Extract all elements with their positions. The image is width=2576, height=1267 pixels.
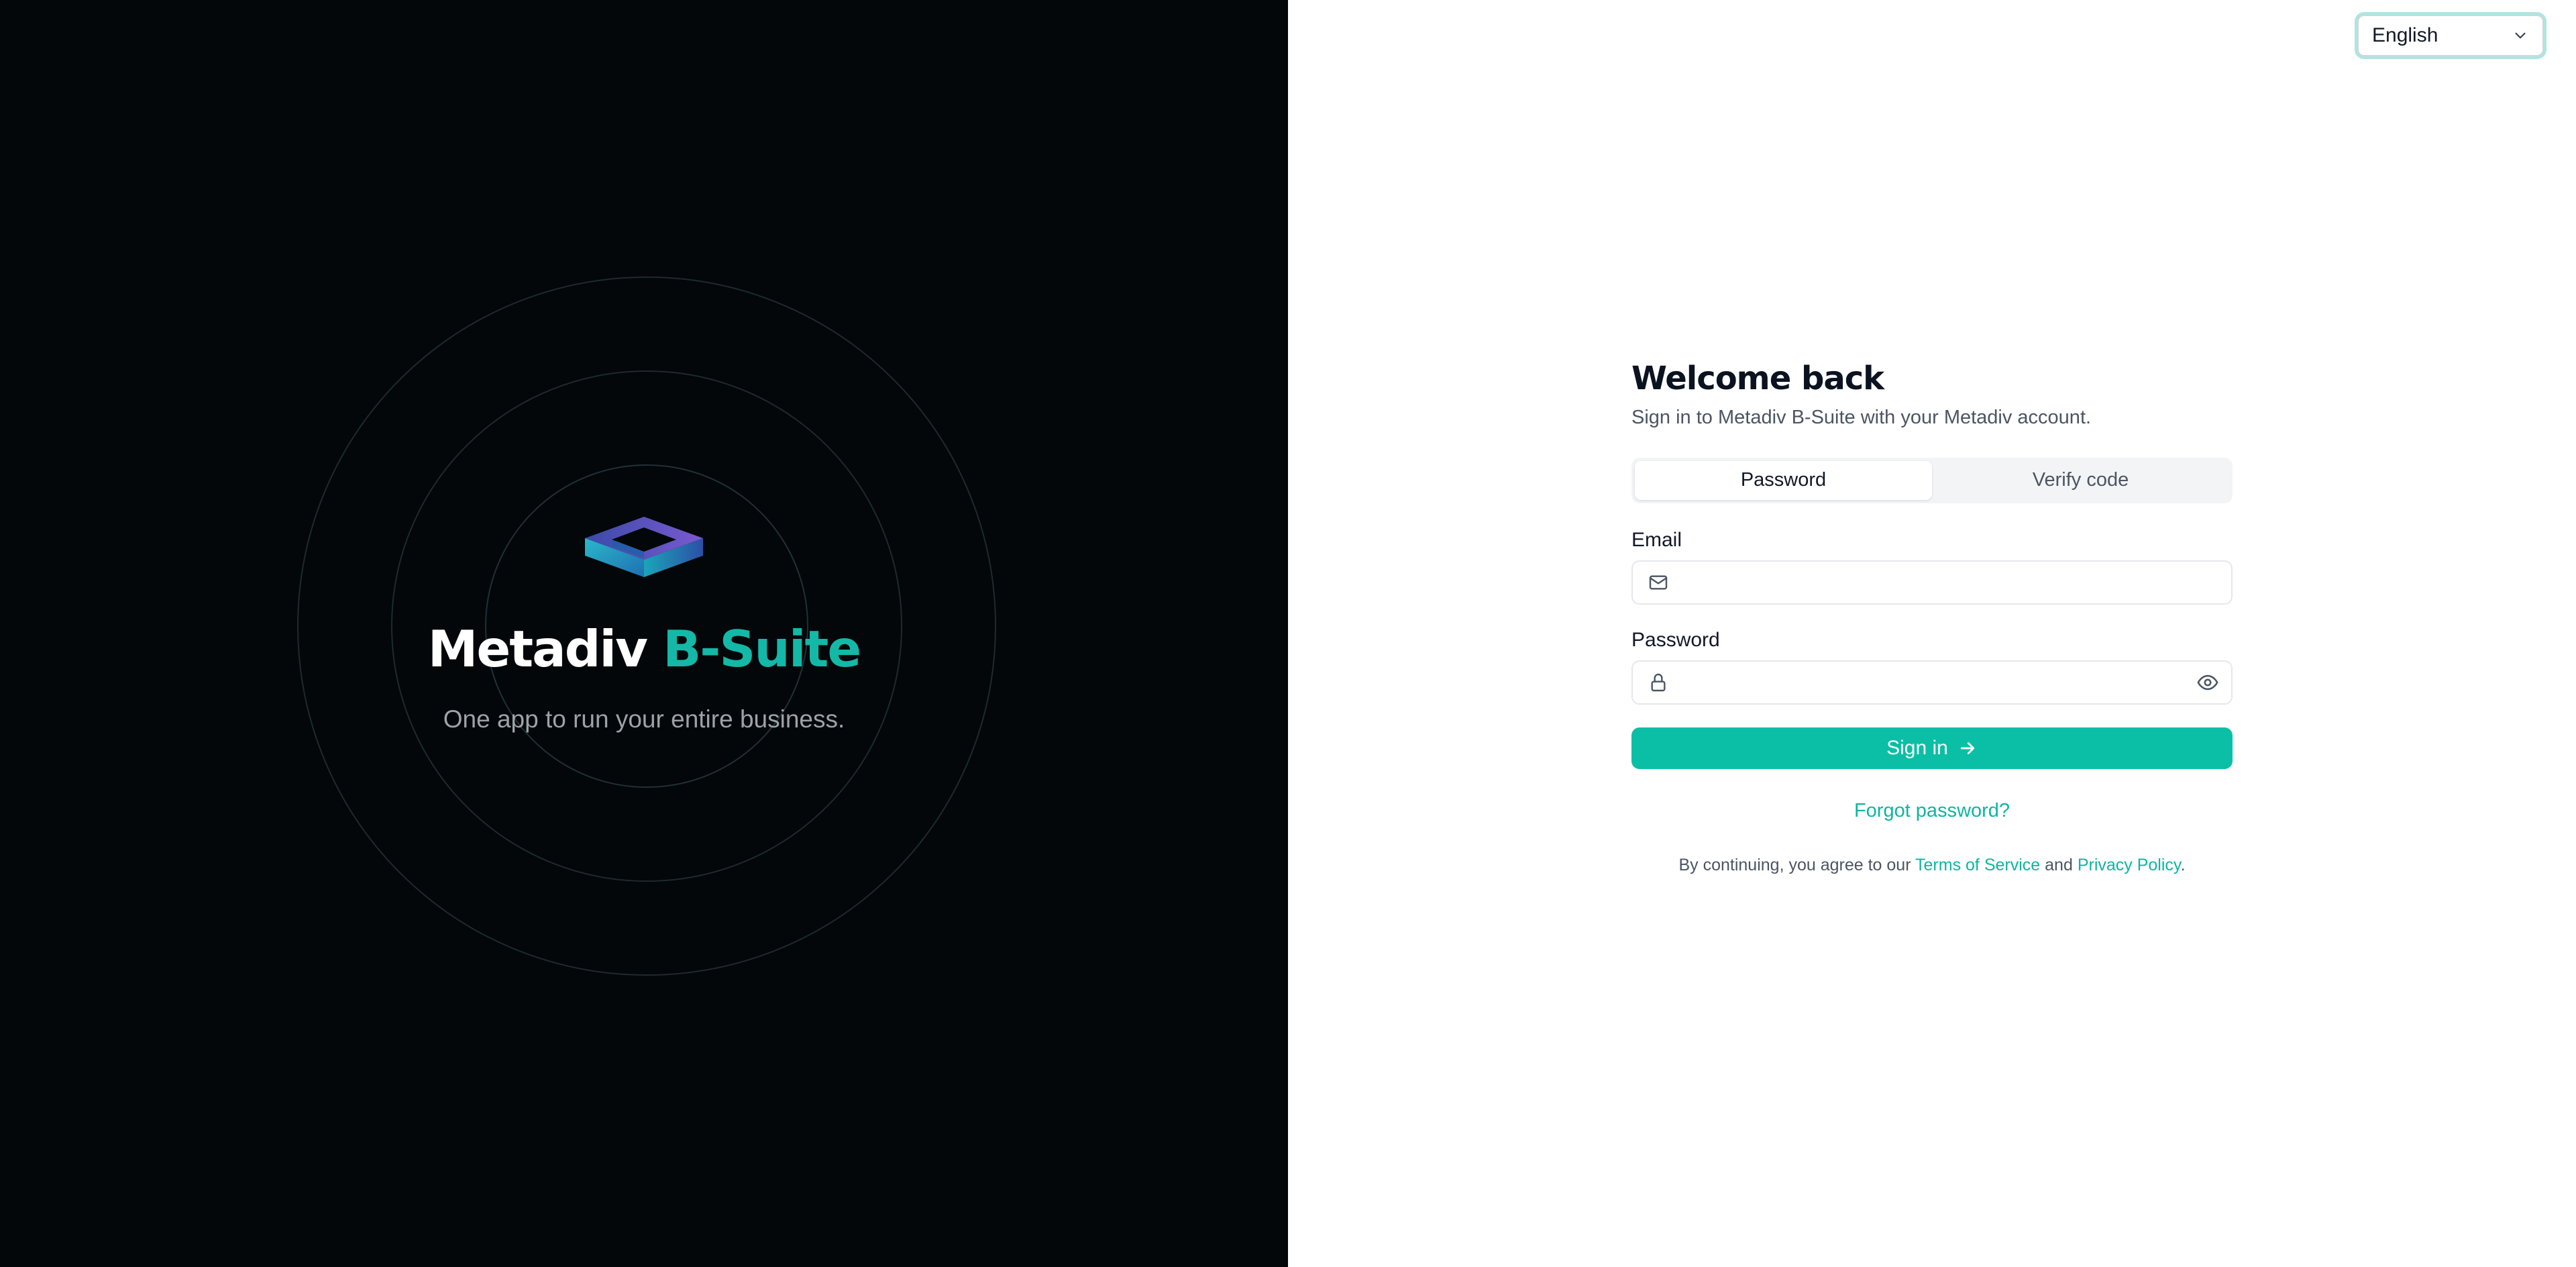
brand-name-accent: B-Suite — [663, 619, 861, 678]
password-field-wrapper — [1631, 660, 2233, 705]
language-select[interactable]: English — [2357, 15, 2544, 56]
password-field[interactable] — [1680, 660, 2196, 704]
sign-in-form: Welcome back Sign in to Metadiv B-Suite … — [1631, 361, 2233, 874]
password-label: Password — [1631, 628, 1720, 651]
terms-of-service-link[interactable]: Terms of Service — [1915, 856, 2040, 874]
tab-password[interactable]: Password — [1635, 460, 1932, 500]
brand-title: Metadiv B-Suite — [0, 624, 1288, 674]
email-field-wrapper — [1631, 560, 2233, 605]
brand-name-primary: Metadiv — [427, 619, 648, 678]
legal-suffix: . — [2180, 855, 2186, 874]
metadiv-logo — [585, 517, 703, 577]
privacy-policy-link[interactable]: Privacy Policy — [2078, 856, 2181, 874]
legal-notice: By continuing, you agree to our Terms of… — [1631, 855, 2233, 874]
language-select-value: English — [2372, 24, 2438, 46]
brand-tagline: One app to run your entire business. — [443, 705, 845, 733]
arrow-right-icon — [1960, 742, 1974, 754]
chevron-down-icon — [2515, 32, 2526, 39]
mail-icon — [1649, 575, 1668, 590]
email-field[interactable] — [1680, 560, 2219, 604]
sign-in-button-label: Sign in — [1886, 736, 1948, 759]
form-panel: English Welcome back Sign in to Metadiv … — [1288, 0, 2576, 1267]
brand-panel: Metadiv B-Suite One app to run your enti… — [0, 0, 1288, 1267]
lock-icon — [1651, 673, 1666, 691]
tab-verify-code[interactable]: Verify code — [1932, 461, 2229, 500]
page-title: Welcome back — [1631, 360, 1884, 397]
email-label: Email — [1631, 528, 1682, 551]
auth-method-tabs: Password Verify code — [1631, 457, 2233, 503]
login-page: Metadiv B-Suite One app to run your enti… — [0, 0, 2576, 1267]
forgot-password-link[interactable]: Forgot password? — [1631, 801, 2233, 821]
sign-in-button[interactable]: Sign in — [1631, 727, 2233, 769]
page-subtitle: Sign in to Metadiv B-Suite with your Met… — [1631, 406, 2092, 428]
legal-prefix: By continuing, you agree to our — [1678, 855, 1911, 874]
eye-icon[interactable] — [2196, 671, 2219, 694]
legal-and: and — [2045, 855, 2073, 874]
